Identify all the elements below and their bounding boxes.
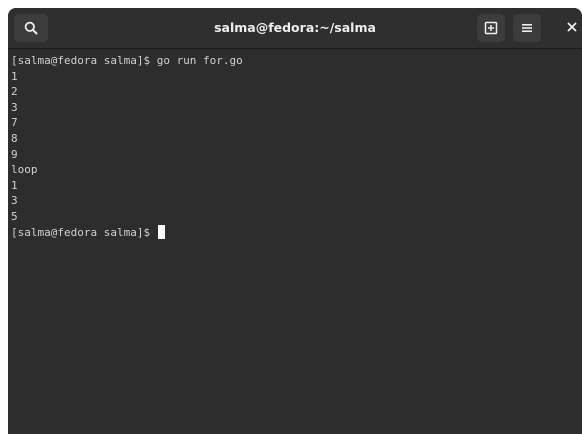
hamburger-menu-icon <box>521 22 533 34</box>
headerbar: salma@fedora:~/salma <box>8 8 582 49</box>
search-button[interactable] <box>14 14 48 42</box>
menu-button[interactable] <box>513 14 541 42</box>
terminal-line: 8 <box>11 131 18 145</box>
close-icon <box>567 19 577 37</box>
terminal-prompt-line[interactable]: [salma@fedora salma]$ <box>11 224 582 241</box>
close-button[interactable] <box>564 20 580 36</box>
terminal-prompt: [salma@fedora salma]$ <box>11 225 157 239</box>
terminal-line: 7 <box>11 116 18 130</box>
terminal-line: 5 <box>11 209 18 223</box>
terminal-line: 9 <box>11 147 18 161</box>
terminal-window: salma@fedora:~/salma [salma@fedora salma… <box>8 8 582 434</box>
terminal-line: 2 <box>11 85 18 99</box>
terminal-line: 1 <box>11 69 18 83</box>
new-tab-icon <box>484 21 498 35</box>
terminal-line: 1 <box>11 178 18 192</box>
terminal-cursor <box>157 224 165 239</box>
terminal-line: loop <box>11 163 38 177</box>
terminal-line: 3 <box>11 194 18 208</box>
search-icon <box>24 21 38 35</box>
terminal-output[interactable]: [salma@fedora salma]$ go run for.go 1 2 … <box>8 49 582 434</box>
window-title: salma@fedora:~/salma <box>214 20 376 35</box>
terminal-line-command: [salma@fedora salma]$ go run for.go <box>11 54 243 67</box>
terminal-line: 3 <box>11 100 18 114</box>
new-tab-button[interactable] <box>477 14 505 42</box>
